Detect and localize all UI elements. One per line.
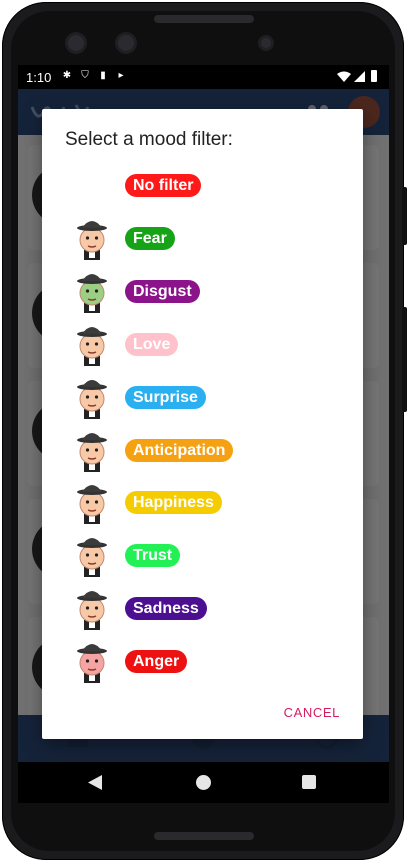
mood-face-icon: [77, 379, 107, 419]
system-navigation-bar: [18, 762, 389, 803]
mood-face-icon: [77, 644, 107, 684]
status-bar: 1:10 ✱ ⛉ ▮ ▸: [18, 65, 389, 89]
play-store-icon: ▸: [118, 70, 124, 81]
mood-option[interactable]: Disgust: [42, 270, 363, 314]
mood-filter-dialog: Select a mood filter: No filter Fear Disgu…: [42, 109, 363, 739]
mood-option[interactable]: Sadness: [42, 587, 363, 631]
mood-face-icon: [77, 538, 107, 578]
mood-label-chip: Love: [125, 332, 179, 356]
mood-option[interactable]: Fear: [42, 217, 363, 261]
mood-label-chip: Surprise: [125, 385, 206, 409]
mood-face-icon: [77, 432, 107, 472]
mood-label-chip: No filter: [125, 174, 202, 197]
top-speaker-grille: [154, 15, 254, 23]
mood-option[interactable]: Love: [42, 323, 363, 367]
mood-option[interactable]: Happiness: [42, 481, 363, 525]
mood-label-chip: Sadness: [125, 597, 207, 621]
mood-option[interactable]: Anticipation: [42, 429, 363, 473]
mood-face-icon: [77, 220, 107, 260]
mood-label-chip: Anger: [125, 650, 188, 674]
wifi-icon: [337, 71, 351, 82]
mood-face-icon: [77, 591, 107, 631]
mood-option[interactable]: No filter: [42, 164, 363, 208]
status-time: 1:10: [26, 70, 52, 85]
bottom-speaker-grille: [154, 832, 254, 840]
front-sensor-icon: [118, 35, 134, 51]
mood-label-chip: Anticipation: [125, 438, 234, 462]
mood-label-chip: Happiness: [125, 491, 222, 515]
recents-icon[interactable]: [302, 775, 316, 789]
mood-face-icon: [77, 485, 107, 525]
mood-option[interactable]: Surprise: [42, 376, 363, 420]
cancel-button[interactable]: CANCEL: [284, 705, 340, 720]
back-icon[interactable]: [88, 775, 102, 790]
mood-label-chip: Trust: [125, 544, 181, 568]
power-button: [402, 307, 407, 412]
shield-icon: ⛉: [81, 70, 89, 81]
mood-option[interactable]: Anger: [42, 640, 363, 684]
mood-face-icon: [77, 273, 107, 313]
battery-icon: [371, 70, 377, 82]
home-icon[interactable]: [196, 775, 211, 790]
cell-signal-icon: [354, 71, 365, 82]
mood-option[interactable]: Trust: [42, 534, 363, 578]
settings-gear-icon: ✱: [62, 70, 72, 81]
mood-label-chip: Fear: [125, 226, 175, 250]
dialog-title: Select a mood filter:: [65, 129, 233, 150]
sd-card-icon: ▮: [100, 70, 106, 81]
front-camera-icon: [68, 35, 84, 51]
proximity-sensor-icon: [261, 38, 271, 48]
mood-label-chip: Disgust: [125, 279, 200, 303]
volume-button: [402, 187, 407, 245]
mood-face-icon: [77, 326, 107, 366]
